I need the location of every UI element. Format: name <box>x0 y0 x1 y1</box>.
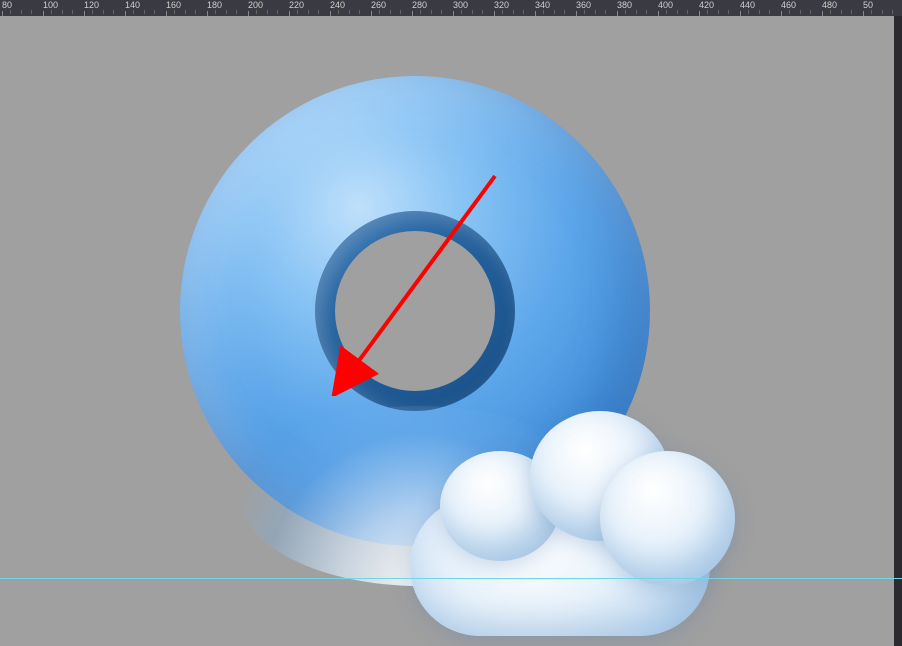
ruler-tick: 220 <box>289 0 304 10</box>
ruler-tick: 100 <box>43 0 58 10</box>
ruler-tick: 260 <box>371 0 386 10</box>
ruler-tick: 280 <box>412 0 427 10</box>
ruler-tick: 240 <box>330 0 345 10</box>
horizontal-guide[interactable] <box>0 578 902 579</box>
artwork-icon <box>180 76 700 616</box>
ruler-tick: 480 <box>822 0 837 10</box>
ruler-tick: 340 <box>535 0 550 10</box>
ruler-tick: 140 <box>125 0 140 10</box>
ruler-tick: 200 <box>248 0 263 10</box>
ruler-tick: 120 <box>84 0 99 10</box>
ruler-tick: 380 <box>617 0 632 10</box>
ruler-tick: 160 <box>166 0 181 10</box>
ruler-tick: 80 <box>2 0 12 10</box>
ruler-tick: 180 <box>207 0 222 10</box>
ruler-tick: 440 <box>740 0 755 10</box>
cloud-shape <box>400 356 720 606</box>
ruler-horizontal[interactable]: 80 100 120 140 160 180 200 220 240 260 280 300 320 34… <box>0 0 902 16</box>
ruler-tick: 320 <box>494 0 509 10</box>
ruler-tick: 460 <box>781 0 796 10</box>
ruler-tick: 400 <box>658 0 673 10</box>
ruler-tick: 300 <box>453 0 468 10</box>
canvas-area[interactable] <box>0 16 902 646</box>
cloud-puff-right <box>600 451 735 586</box>
ruler-tick: 50 <box>863 0 873 10</box>
ruler-tick: 360 <box>576 0 591 10</box>
ruler-tick: 420 <box>699 0 714 10</box>
right-panel-edge <box>894 16 902 646</box>
